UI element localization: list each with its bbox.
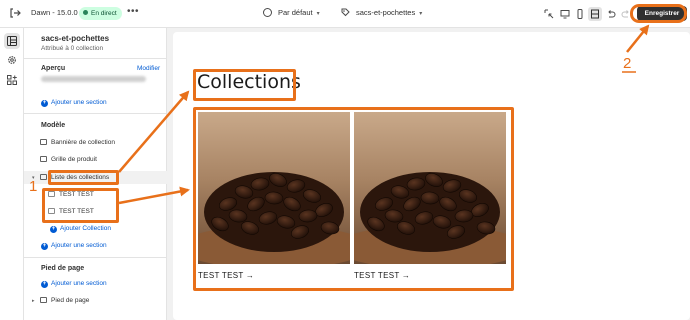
grid-icon xyxy=(40,156,47,162)
inspector-icon[interactable] xyxy=(542,7,556,21)
footer-icon xyxy=(40,297,47,303)
template-select[interactable]: Par défaut ▾ xyxy=(263,8,320,17)
section-item-collection-banner[interactable]: Bannière de collection xyxy=(40,139,115,146)
theme-editor: Dawn - 15.0.0 En direct ••• Par défaut ▾ … xyxy=(0,0,690,320)
annotation-box-save xyxy=(630,4,687,23)
plus-circle-icon: + xyxy=(41,281,48,288)
tag-icon xyxy=(341,8,350,17)
annotation-number-2: 2 xyxy=(623,55,632,72)
chevron-right-icon: ▸ xyxy=(32,298,35,304)
plus-circle-icon: + xyxy=(41,243,48,250)
banner-icon xyxy=(40,139,47,145)
divider xyxy=(24,257,167,258)
status-badge: En direct xyxy=(79,7,122,20)
template-select-label: Par défaut xyxy=(278,8,313,17)
annotation-box-section xyxy=(48,170,119,185)
add-section-label: Ajouter une section xyxy=(51,99,107,106)
status-badge-label: En direct xyxy=(91,10,117,17)
section-item-label: Grille de produit xyxy=(51,156,97,163)
annotation-number-1: 1 xyxy=(29,178,38,195)
exit-icon[interactable] xyxy=(7,6,23,22)
add-section-button[interactable]: + Ajouter une section xyxy=(41,280,107,288)
add-section-label: Ajouter une section xyxy=(51,280,107,287)
annotation-box-blocks xyxy=(42,188,119,223)
template-heading: Modèle xyxy=(41,122,66,129)
add-section-button[interactable]: + Ajouter une section xyxy=(41,99,107,107)
page-select[interactable]: sacs-et-pochettes ▾ xyxy=(341,8,422,17)
section-item-label: Pied de page xyxy=(51,297,90,304)
preview-resource-blurred xyxy=(41,76,146,82)
chevron-down-icon: ▾ xyxy=(316,11,320,17)
plus-circle-icon: + xyxy=(50,226,57,233)
add-section-button[interactable]: + Ajouter une section xyxy=(41,242,107,250)
preview-label: Aperçu xyxy=(41,65,66,72)
footer-heading: Pied de page xyxy=(41,265,85,272)
settings-icon[interactable] xyxy=(4,52,20,68)
page-subtitle: Attribué à 0 collection xyxy=(41,45,104,52)
add-collection-label: Ajouter Collection xyxy=(60,225,111,232)
theme-name: Dawn - 15.0.0 xyxy=(31,8,78,17)
divider xyxy=(24,58,167,59)
section-item-label: Bannière de collection xyxy=(51,139,115,146)
modify-link[interactable]: Modifier xyxy=(137,65,160,72)
section-item-footer[interactable]: ▸ Pied de page xyxy=(32,297,89,304)
sections-icon[interactable] xyxy=(4,33,20,49)
apps-icon[interactable] xyxy=(4,72,20,88)
add-collection-button[interactable]: + Ajouter Collection xyxy=(50,225,111,233)
fullscreen-icon[interactable] xyxy=(588,7,602,21)
page-select-label: sacs-et-pochettes xyxy=(356,8,416,17)
mobile-icon[interactable] xyxy=(573,7,587,21)
page-title: sacs-et-pochettes xyxy=(41,34,110,43)
top-bar: Dawn - 15.0.0 En direct ••• Par défaut ▾ … xyxy=(0,0,690,28)
annotation-box-heading xyxy=(193,69,296,101)
plus-circle-icon: + xyxy=(41,100,48,107)
globe-icon xyxy=(263,8,272,17)
status-dot-icon xyxy=(83,10,88,15)
undo-icon[interactable] xyxy=(604,7,618,21)
chevron-down-icon: ▾ xyxy=(419,11,423,17)
more-actions-button[interactable]: ••• xyxy=(127,6,139,17)
annotation-box-cards xyxy=(193,107,514,291)
left-rail xyxy=(0,28,24,320)
section-item-product-grid[interactable]: Grille de produit xyxy=(40,156,97,163)
add-section-label: Ajouter une section xyxy=(51,242,107,249)
desktop-icon[interactable] xyxy=(558,7,572,21)
list-icon xyxy=(40,174,47,180)
divider xyxy=(24,113,167,114)
